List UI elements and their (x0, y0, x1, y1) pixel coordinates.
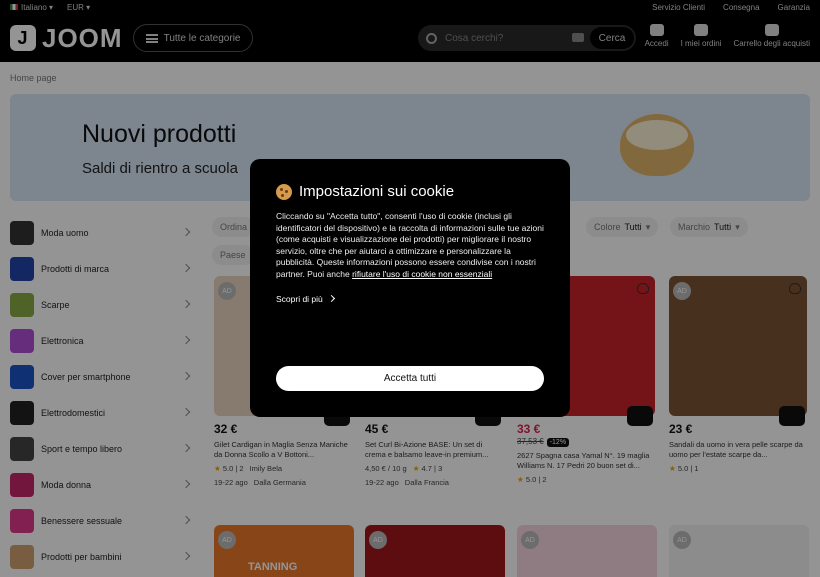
cookie-dialog-title: Impostazioni sui cookie (276, 183, 544, 200)
chevron-right-icon (327, 295, 335, 303)
cookie-dialog-body: Cliccando su "Accetta tutto", consenti l… (276, 211, 544, 279)
cookie-icon (276, 183, 292, 200)
cookie-dialog: Impostazioni sui cookie Cliccando su "Ac… (250, 159, 570, 417)
accept-all-button[interactable]: Accetta tutti (276, 366, 544, 391)
learn-more-link[interactable]: Scopri di più (276, 294, 544, 304)
reject-cookies-link[interactable]: rifiutare l'uso di cookie non essenziali (352, 269, 492, 279)
